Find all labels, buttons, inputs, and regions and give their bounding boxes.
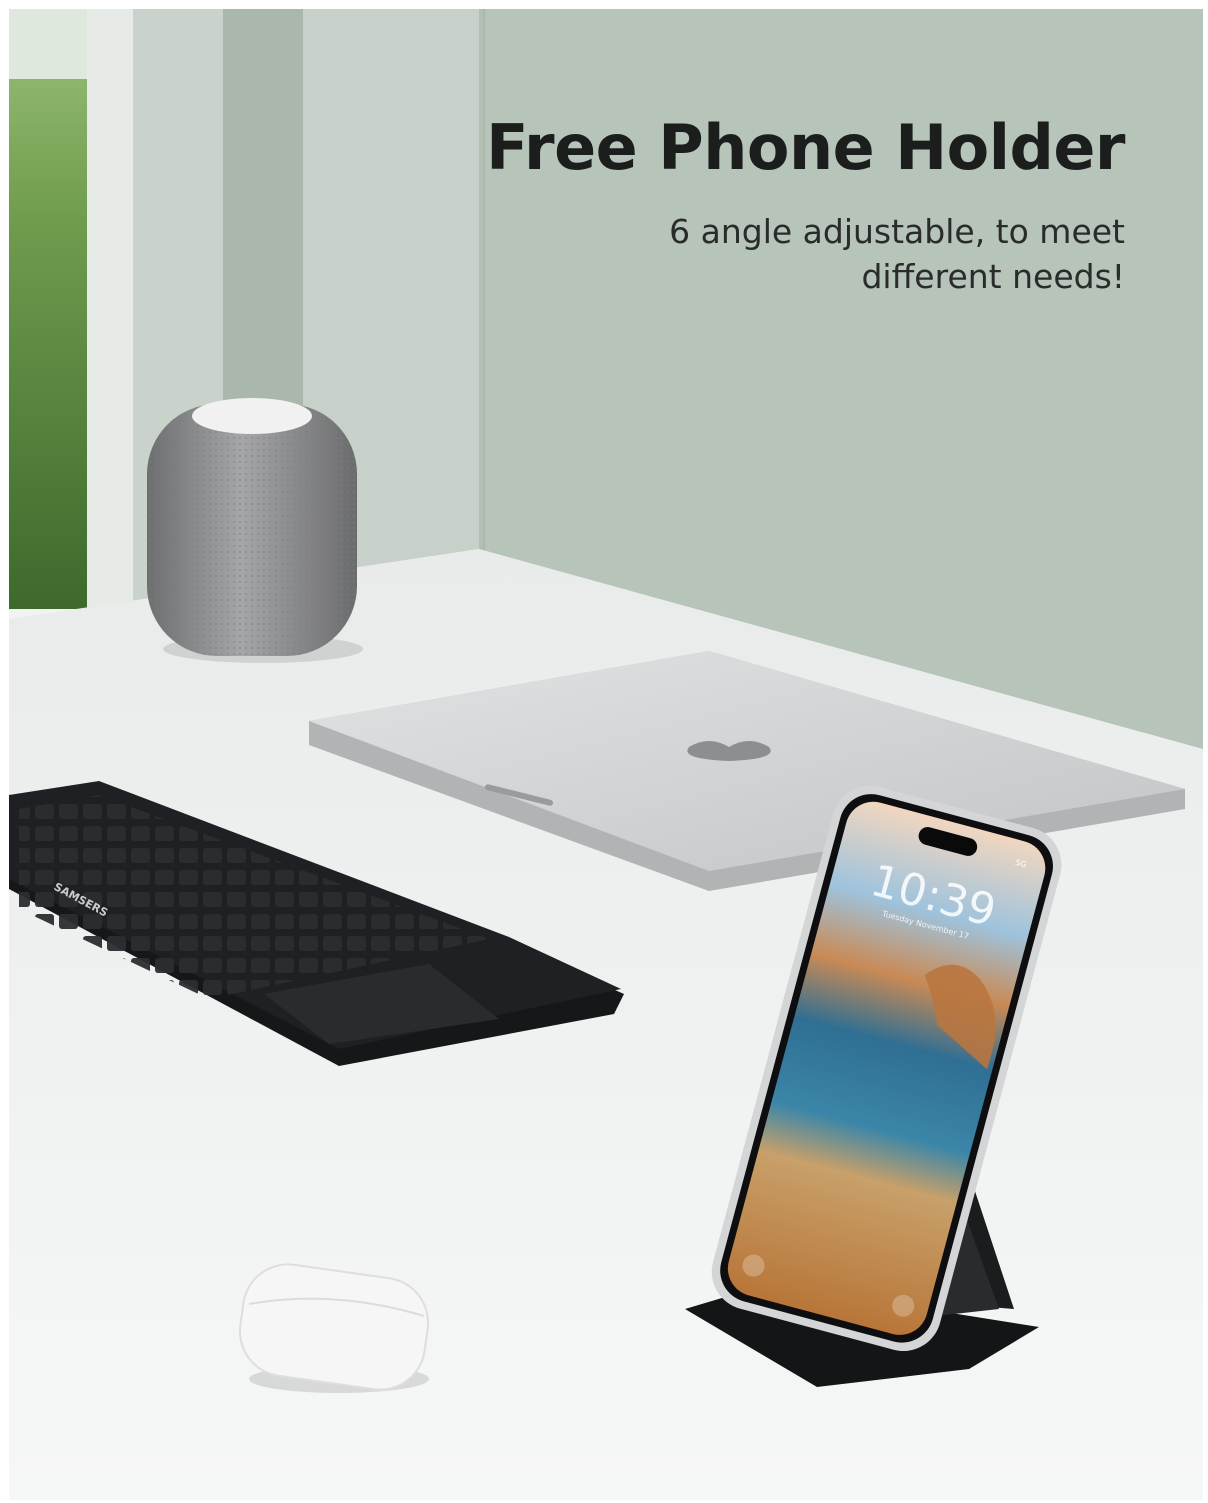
subtitle-line-2: different needs! <box>861 257 1125 296</box>
product-image-frame: SAMSERS 5G 10:39 Tuesday November 17 Fre… <box>0 0 1208 1503</box>
headline-title: Free Phone Holder <box>486 111 1125 184</box>
subtitle-line-1: 6 angle adjustable, to meet <box>669 212 1125 251</box>
speaker-top <box>192 398 312 434</box>
headline-subtitle: 6 angle adjustable, to meet different ne… <box>425 209 1125 299</box>
product-scene: SAMSERS 5G 10:39 Tuesday November 17 Fre… <box>9 9 1203 1500</box>
window-view <box>9 9 89 609</box>
headline-block: Free Phone Holder 6 angle adjustable, to… <box>425 111 1125 299</box>
window-frame <box>87 9 133 609</box>
